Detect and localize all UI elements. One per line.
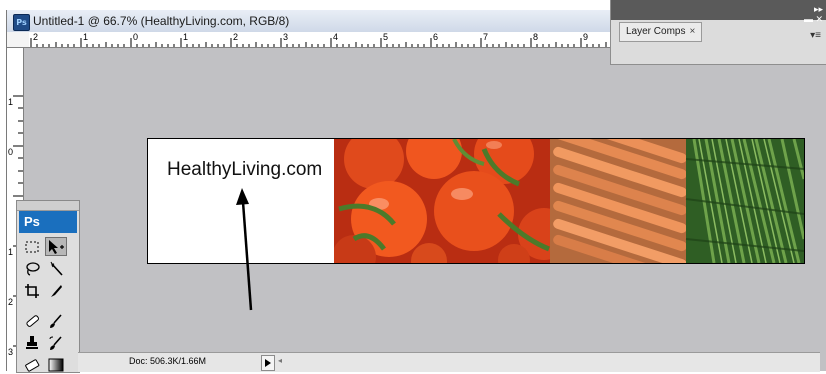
rectangular-marquee-tool-icon[interactable] [21,237,43,256]
ruler-label: 8 [533,32,539,42]
ruler-label: 0 [133,32,139,42]
tab-layer-comps[interactable]: Layer Comps × [619,22,703,42]
history-brush-tool-icon[interactable] [45,333,67,352]
ruler-origin[interactable] [7,32,30,48]
ruler-label: 9 [583,32,589,42]
slice-tool-icon[interactable] [45,281,67,300]
carrots-photo [550,139,687,263]
green-vegetables-photo [685,139,804,263]
ruler-label: 3 [8,347,14,357]
photoshop-logo[interactable]: Ps [19,211,77,233]
document-title: Untitled-1 @ 66.7% (HealthyLiving.com, R… [33,14,290,28]
layer-comps-panel: ▸▸ ▬ ✕ Layer Comps × ▾≡ [610,0,826,65]
ruler-label: 0 [8,147,14,157]
panel-menu-icon[interactable]: ▾≡ [810,30,821,41]
ruler-label: 6 [433,32,439,42]
eraser-tool-icon[interactable] [21,355,43,374]
status-bar: Doc: 506.3K/1.66M ◂ [78,352,820,372]
layer-comps-tab-label: Layer Comps [626,26,686,37]
ruler-label: 2 [33,32,39,42]
clone-stamp-tool-icon[interactable] [21,333,43,352]
move-tool-icon[interactable] [45,237,67,256]
ruler-label: 1 [8,247,14,257]
photo-strip-image-layer[interactable] [334,139,804,263]
lasso-tool-icon[interactable] [21,259,43,278]
ruler-label: 3 [283,32,289,42]
gradient-tool-icon[interactable] [45,355,67,374]
healing-brush-tool-icon[interactable] [21,311,43,330]
magic-wand-tool-icon[interactable] [45,259,67,278]
panel-grip[interactable]: ▸▸ ▬ ✕ [611,0,826,24]
triangle-right-icon [265,359,271,367]
ruler-label: 2 [8,297,14,307]
annotation-arrow [236,188,253,311]
photoshop-document-icon: Ps [13,14,30,31]
document-size-info: Doc: 506.3K/1.66M [129,356,207,366]
ruler-label: 1 [8,97,14,107]
site-title-text-layer[interactable]: HealthyLiving.com [167,159,322,181]
ruler-label: 1 [83,32,89,42]
close-tab-icon[interactable]: × [689,26,695,37]
tools-panel: Ps [16,200,80,373]
status-menu-button[interactable] [261,355,275,371]
ruler-label: 7 [483,32,489,42]
ruler-label: 2 [233,32,239,42]
ruler-label: 5 [383,32,389,42]
ruler-label: 1 [183,32,189,42]
brush-tool-icon[interactable] [45,311,67,330]
scroll-left-arrow-icon[interactable]: ◂ [278,356,282,365]
tomatoes-photo [334,139,570,263]
tools-panel-grip[interactable] [17,201,79,211]
crop-tool-icon[interactable] [21,281,43,300]
ruler-label: 4 [333,32,339,42]
panel-window-controls[interactable]: ▸▸ ▬ ✕ [804,4,823,24]
